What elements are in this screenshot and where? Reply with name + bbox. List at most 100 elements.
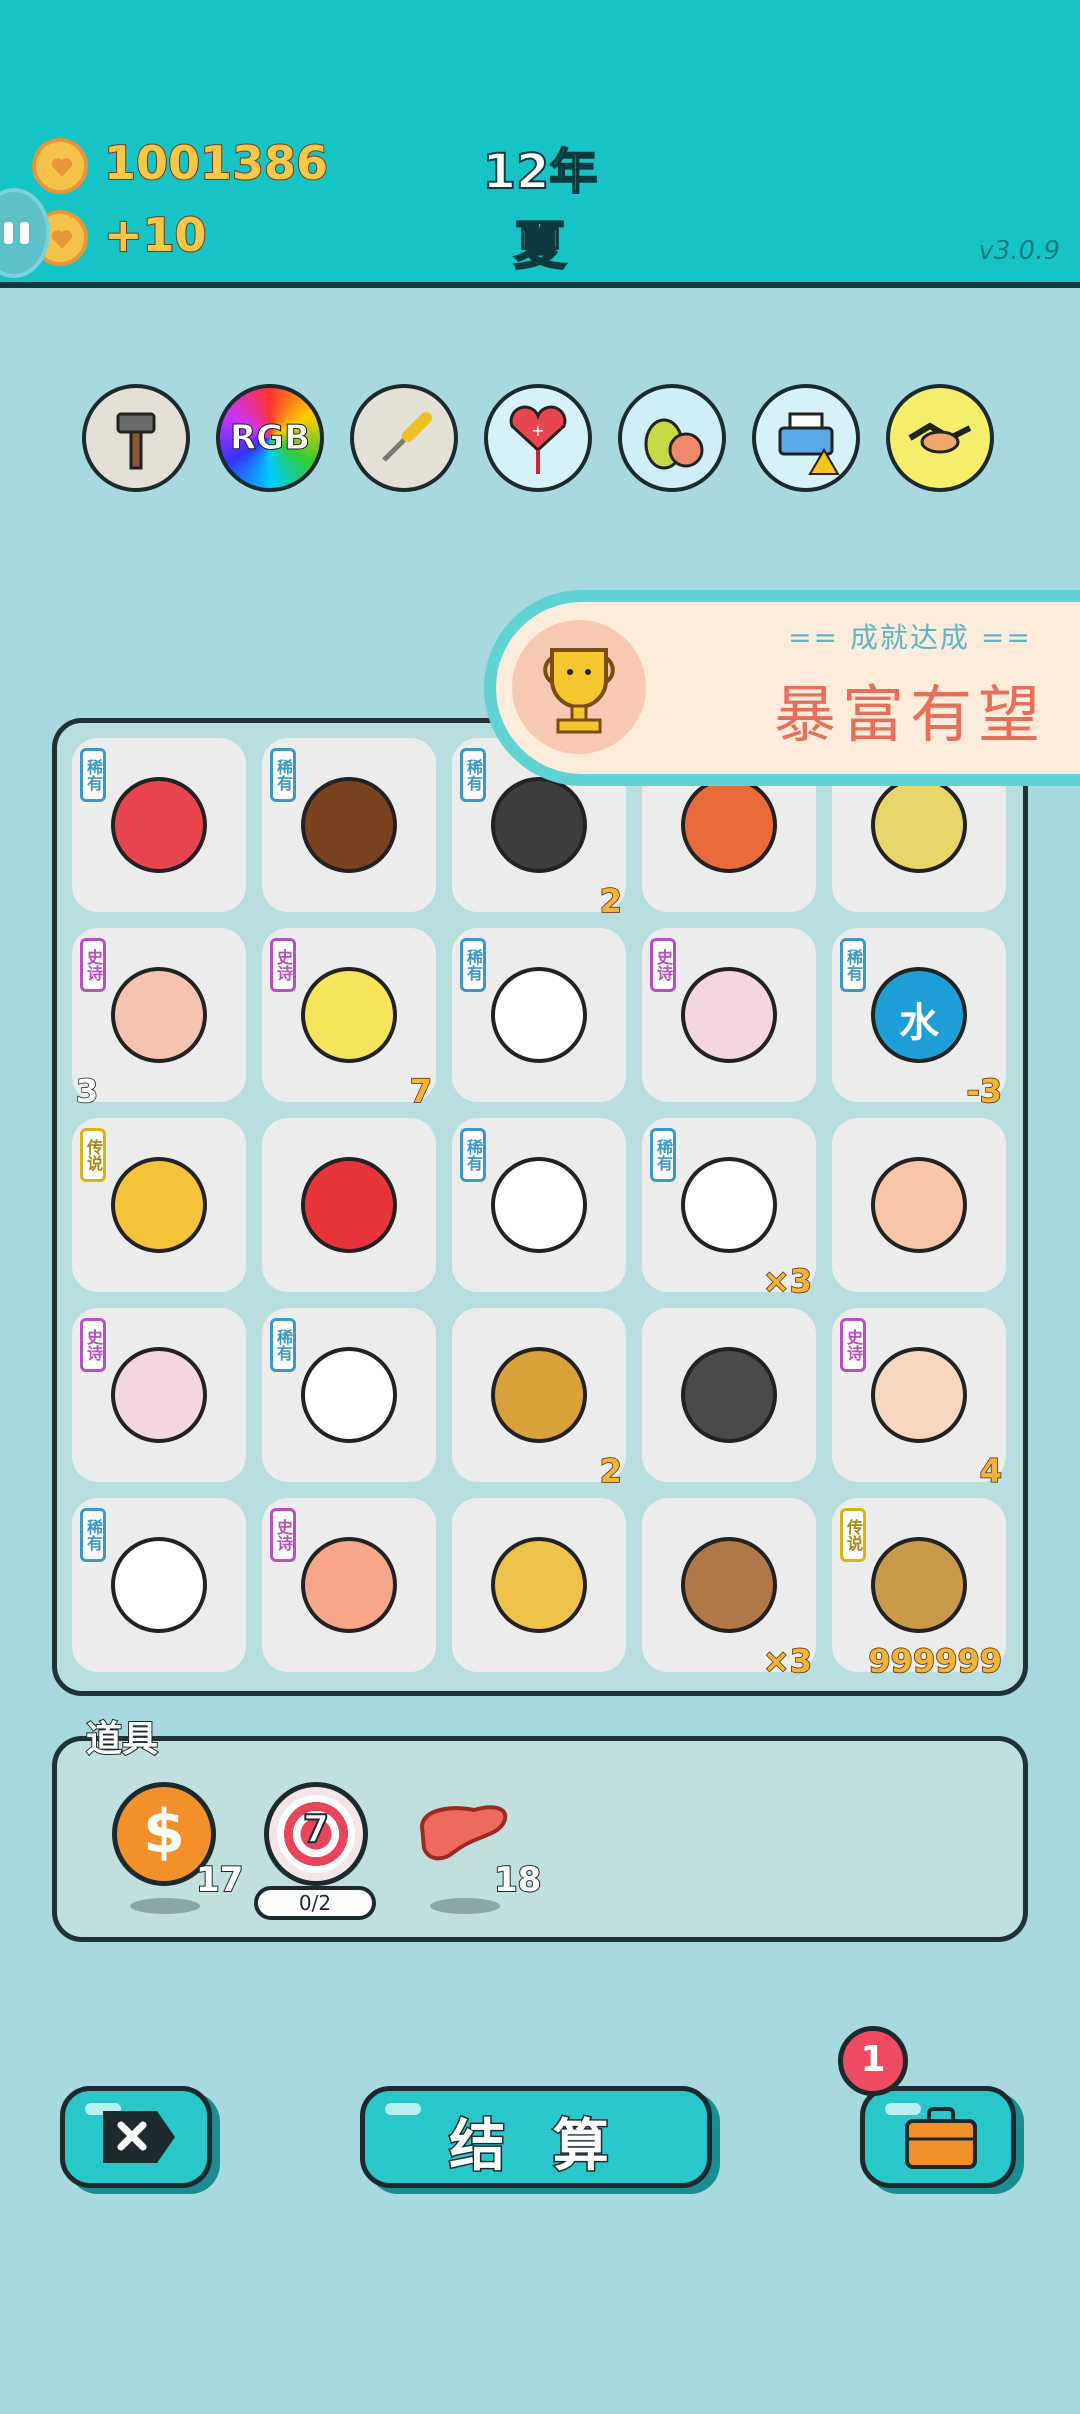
handshake-tool-button[interactable]	[886, 384, 994, 492]
rabbit-icon	[282, 1328, 416, 1462]
coin-icon	[32, 138, 88, 194]
soup-bowl-icon	[472, 1328, 606, 1462]
grandpa-icon	[92, 948, 226, 1082]
rarity-tag-rare: 稀有	[80, 748, 106, 802]
cell-count: 2	[599, 881, 623, 921]
remove-button[interactable]	[60, 2086, 212, 2188]
close-tag-icon	[103, 2111, 175, 2163]
achievement-title: == 成就达成 ==	[788, 621, 1032, 654]
board-cell[interactable]: 稀有	[262, 738, 436, 912]
king-icon	[852, 1328, 986, 1462]
rarity-tag-legend: 传说	[840, 1508, 866, 1562]
board-cell[interactable]: 稀有	[452, 928, 626, 1102]
coin-total: 1001386	[103, 135, 329, 191]
printer-tool-button[interactable]	[752, 384, 860, 492]
board-cell[interactable]: ×3	[642, 1498, 816, 1681]
monkey-icon	[662, 1518, 796, 1652]
hammer-tool-button[interactable]	[82, 384, 190, 492]
cell-count: 999999	[868, 1641, 1003, 1681]
board-cell[interactable]	[832, 1118, 1006, 1292]
season-label: 夏	[513, 216, 567, 278]
rarity-tag-legend: 传说	[80, 1128, 106, 1182]
target-progress: 0/2	[254, 1886, 376, 1920]
bag-badge: 1	[838, 2026, 908, 2096]
board-cell[interactable]	[262, 1118, 436, 1292]
rgb-tool-button[interactable]: RGB	[216, 384, 324, 492]
dollar-icon: $	[143, 1797, 185, 1867]
board-cell[interactable]: 史诗 4	[832, 1308, 1006, 1491]
hammer-icon	[116, 412, 156, 470]
printer-icon	[778, 412, 840, 475]
trash-bag-icon	[662, 1328, 796, 1462]
cat-icon	[472, 1518, 606, 1652]
liver-item-count: 18	[493, 1859, 542, 1901]
board-cell[interactable]: 传说	[72, 1118, 246, 1292]
fruit-icon	[644, 418, 704, 470]
board-cell[interactable]	[452, 1498, 626, 1672]
board-cell[interactable]: 史诗 7	[262, 928, 436, 1111]
watermelon-icon	[92, 758, 226, 892]
cell-count: 3	[75, 1071, 99, 1111]
settle-button[interactable]: 结 算	[360, 2086, 712, 2188]
cell-count: ×3	[762, 1641, 813, 1681]
rarity-tag-epic: 史诗	[270, 938, 296, 992]
rabbit-icon	[472, 1138, 606, 1272]
board-cell[interactable]: 传说 999999	[832, 1498, 1006, 1681]
man-face-icon	[852, 1138, 986, 1272]
board-cell[interactable]: 史诗	[262, 1498, 436, 1672]
board-cell[interactable]: 稀有	[452, 1118, 626, 1292]
rarity-tag-rare: 稀有	[80, 1508, 106, 1562]
rarity-tag-epic: 史诗	[840, 1318, 866, 1372]
board-cell[interactable]: 史诗 3	[72, 928, 246, 1111]
achievement-name: 暴富有望	[773, 678, 1046, 751]
screwdriver-tool-button[interactable]	[350, 384, 458, 492]
rarity-tag-epic: 史诗	[80, 1318, 106, 1372]
rarity-tag-rare: 稀有	[270, 1318, 296, 1372]
board-cell[interactable]: 史诗	[642, 928, 816, 1102]
board-cell[interactable]: 史诗	[72, 1308, 246, 1482]
rarity-tag-epic: 史诗	[80, 938, 106, 992]
coin-item-count: 17	[195, 1859, 244, 1901]
board-cell[interactable]: 稀有	[262, 1308, 436, 1482]
target-number: 7	[302, 1806, 330, 1852]
rarity-tag-epic: 史诗	[270, 1508, 296, 1562]
rarity-tag-rare: 稀有	[650, 1128, 676, 1182]
cell-count: ×3	[762, 1261, 813, 1301]
hand-icon	[92, 1138, 226, 1272]
rabbit-icon	[662, 1138, 796, 1272]
heart-fan-icon: +	[509, 405, 567, 474]
pause-icon	[4, 222, 13, 244]
cell-count: 4	[979, 1451, 1003, 1491]
pointing-finger-icon	[282, 758, 416, 892]
fruit-tool-button[interactable]	[618, 384, 726, 492]
income-value: +10	[103, 207, 208, 263]
board-cell[interactable]: 水稀有 -3	[832, 928, 1006, 1111]
chick-face-icon	[282, 948, 416, 1082]
peach-icon	[282, 1518, 416, 1652]
version-label: v3.0.9	[978, 236, 1060, 266]
bubble-tea-icon	[852, 1518, 986, 1652]
board-cell[interactable]: 稀有	[72, 1498, 246, 1672]
rarity-tag-rare: 稀有	[460, 938, 486, 992]
rgb-icon: RGB	[229, 418, 310, 459]
cell-count: -3	[966, 1071, 1003, 1111]
heart-fan-tool-button[interactable]: +	[484, 384, 592, 492]
water-element-icon: 水	[852, 948, 986, 1082]
settle-label: 结 算	[448, 2113, 623, 2181]
bag-button[interactable]	[860, 2086, 1016, 2188]
year-label: 12年	[482, 143, 599, 201]
trophy-icon	[512, 620, 646, 754]
briefcase-icon	[905, 2107, 977, 2169]
rarity-tag-rare: 稀有	[460, 1128, 486, 1182]
rabbit-house-icon	[92, 1328, 226, 1462]
rabbit-icon	[92, 1518, 226, 1652]
board-cell[interactable]: 稀有 ×3	[642, 1118, 816, 1301]
board-cell[interactable]: 2	[452, 1308, 626, 1491]
rarity-tag-epic: 史诗	[650, 938, 676, 992]
rarity-tag-rare: 稀有	[840, 938, 866, 992]
rarity-tag-rare: 稀有	[460, 748, 486, 802]
screwdriver-icon	[382, 412, 432, 462]
board-cell[interactable]: 稀有	[72, 738, 246, 912]
target-item-button[interactable]: 7	[264, 1782, 368, 1886]
board-cell[interactable]	[642, 1308, 816, 1482]
